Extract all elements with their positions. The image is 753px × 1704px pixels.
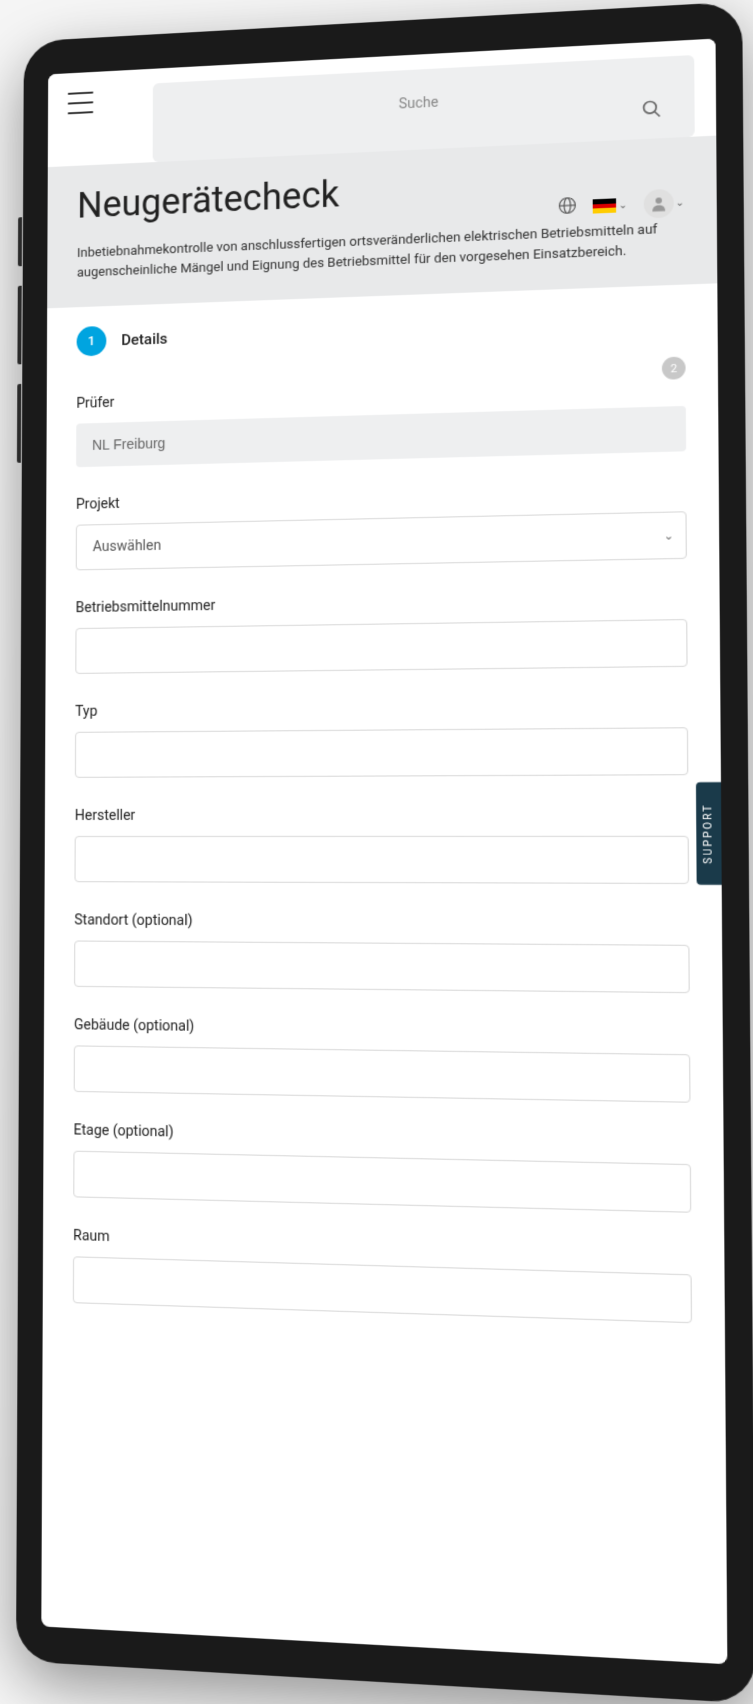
title-section: Neugerätecheck Inbetiebnahmekontrolle vo…	[47, 136, 717, 309]
input-standort[interactable]	[74, 940, 690, 993]
page-subtitle: Inbetiebnahmekontrolle von anschlussfert…	[77, 219, 685, 283]
search-icon[interactable]	[641, 98, 662, 123]
label-pruefer: Prüfer	[76, 377, 685, 412]
label-raum: Raum	[73, 1228, 691, 1262]
input-raum[interactable]	[73, 1256, 692, 1323]
input-typ[interactable]	[75, 727, 688, 778]
support-tab[interactable]: SUPPORT	[696, 782, 722, 884]
app-screen: Suche	[41, 39, 727, 1665]
device-side-button	[18, 217, 22, 266]
globe-icon[interactable]	[558, 196, 577, 219]
label-hersteller: Hersteller	[75, 807, 689, 824]
input-gebaeude[interactable]	[74, 1045, 691, 1102]
label-projekt: Projekt	[76, 482, 686, 513]
step-current-title: Details	[121, 330, 167, 349]
input-hersteller[interactable]	[75, 836, 690, 884]
language-selector[interactable]: ⌄	[593, 198, 627, 214]
hamburger-menu-icon[interactable]	[68, 92, 94, 115]
header-actions: ⌄ ⌄	[558, 188, 685, 222]
input-pruefer[interactable]	[76, 406, 686, 467]
field-projekt: Projekt Auswählen ⌄	[76, 482, 687, 570]
field-betriebsmittelnummer: Betriebsmittelnummer	[75, 590, 687, 674]
select-projekt[interactable]: Auswählen	[76, 511, 687, 570]
input-betriebsmittelnummer[interactable]	[75, 619, 687, 674]
step-current-badge: 1	[77, 326, 107, 357]
label-typ: Typ	[75, 698, 688, 720]
field-raum: Raum	[73, 1228, 692, 1323]
device-side-button	[17, 286, 21, 365]
user-menu[interactable]: ⌄	[643, 188, 684, 218]
tablet-device-frame: Suche	[16, 1, 753, 1703]
input-etage[interactable]	[73, 1151, 691, 1213]
label-standort: Standort (optional)	[74, 912, 689, 932]
label-gebaeude: Gebäude (optional)	[74, 1017, 690, 1041]
flag-de-icon	[593, 198, 616, 213]
field-pruefer: Prüfer	[76, 377, 686, 467]
field-standort: Standort (optional)	[74, 912, 690, 993]
field-hersteller: Hersteller	[75, 807, 690, 884]
field-gebaeude: Gebäude (optional)	[74, 1017, 691, 1103]
field-typ: Typ	[75, 698, 688, 778]
field-etage: Etage (optional)	[73, 1122, 691, 1213]
label-etage: Etage (optional)	[74, 1122, 691, 1151]
chevron-down-icon: ⌄	[618, 199, 627, 211]
step-header: 1 Details 2	[77, 305, 686, 356]
search-placeholder: Suche	[173, 74, 674, 143]
chevron-down-icon: ⌄	[675, 197, 684, 209]
device-side-button	[17, 384, 21, 463]
user-avatar-icon	[643, 189, 673, 219]
label-betriebsmittelnummer: Betriebsmittelnummer	[76, 590, 688, 616]
form-content: 1 Details 2 Prüfer Projekt Auswählen ⌄ B…	[43, 283, 726, 1377]
